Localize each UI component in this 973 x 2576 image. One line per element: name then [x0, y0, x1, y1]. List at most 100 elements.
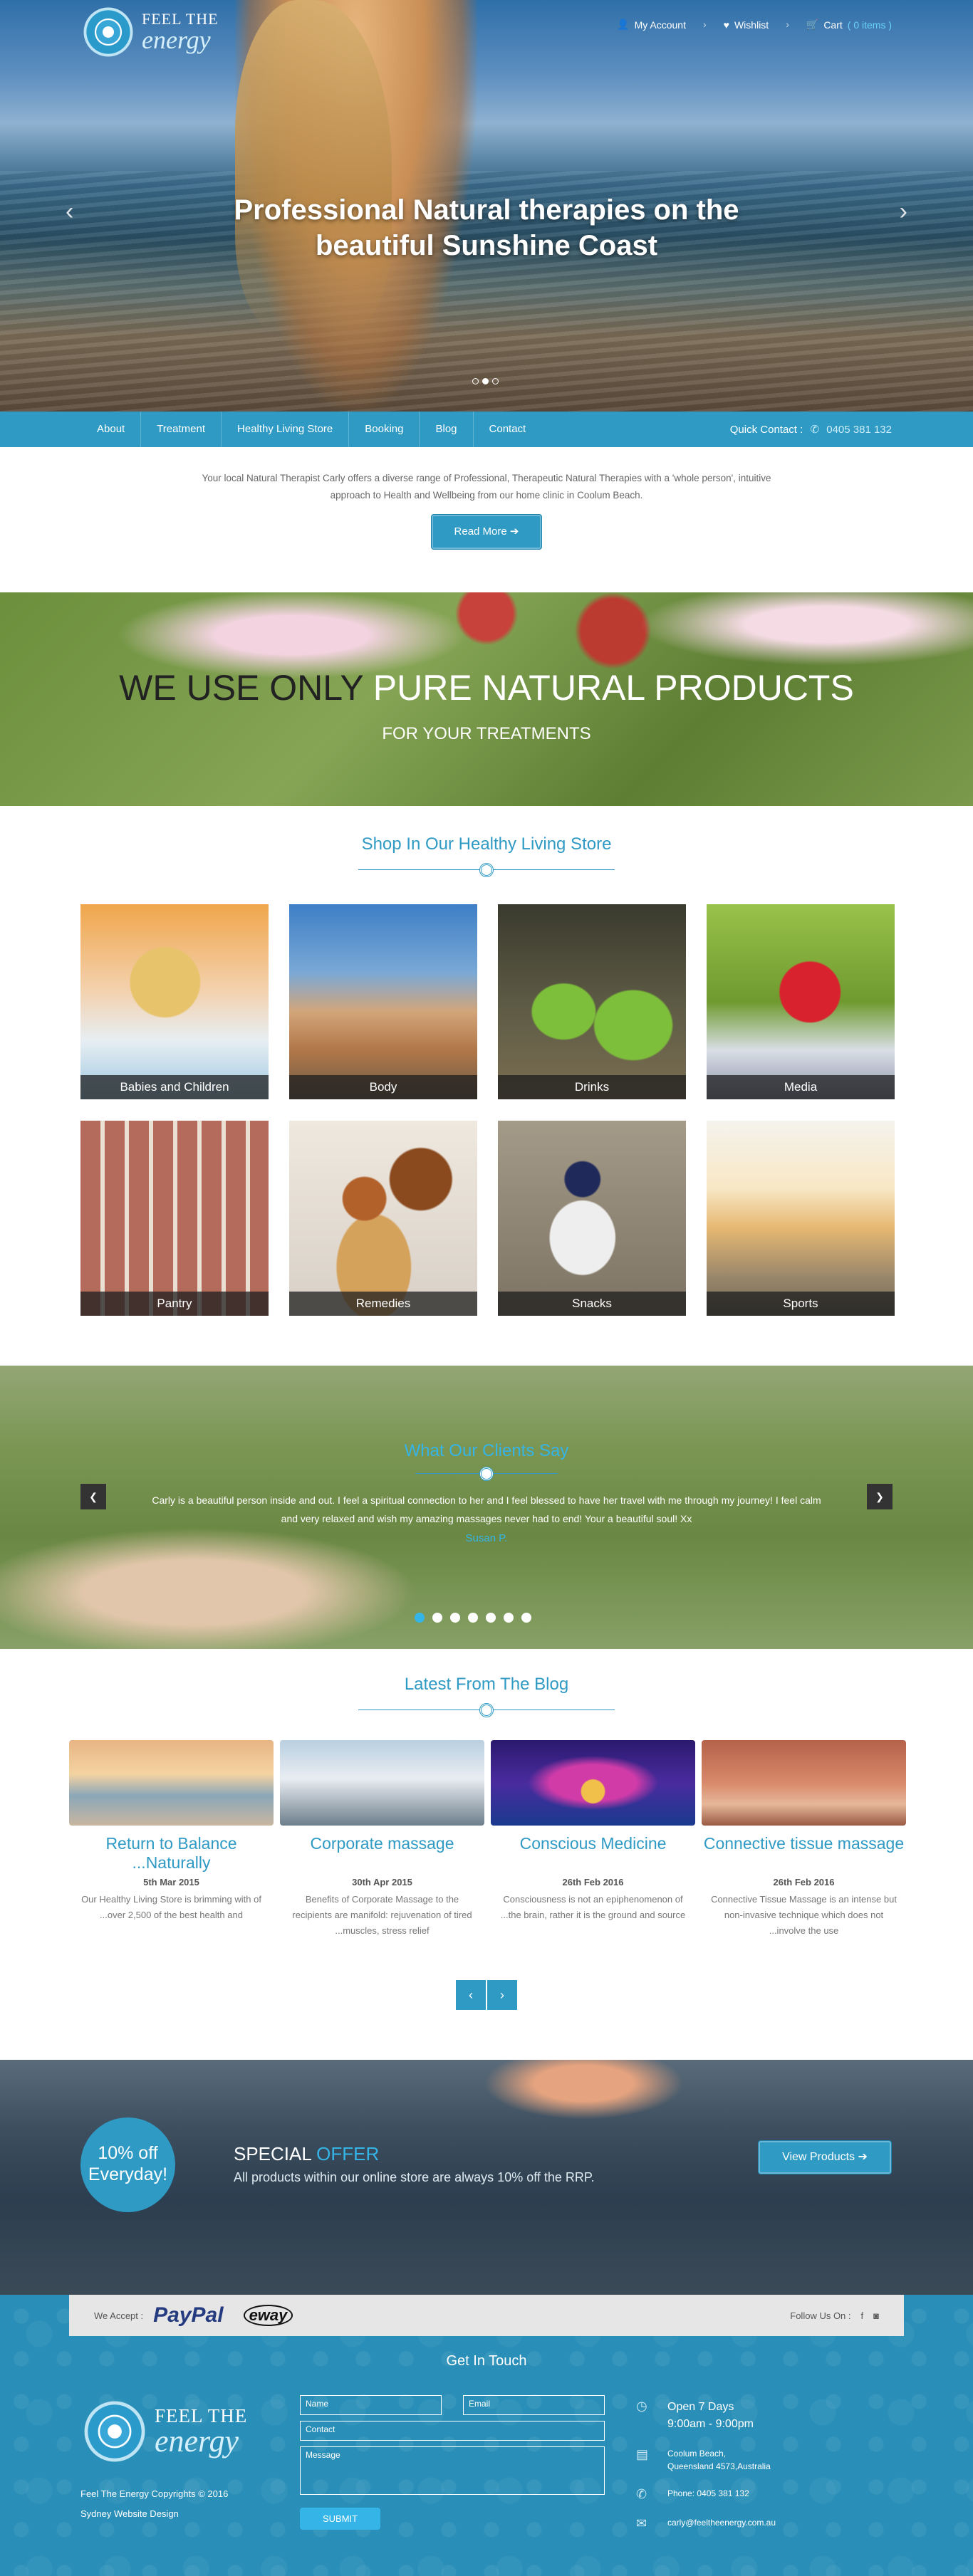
blog-title[interactable]: Corporate massage [280, 1834, 484, 1873]
read-more-button[interactable]: Read More ➔ [430, 514, 543, 550]
hero-prev-arrow[interactable]: ‹ [66, 198, 73, 226]
blog-thumbnail[interactable] [280, 1740, 484, 1826]
wishlist-label: Wishlist [734, 19, 769, 31]
get-in-touch-heading: Get In Touch [446, 2353, 527, 2369]
logo-line1: FEEL THE [142, 10, 219, 28]
my-account-link[interactable]: 👤 My Account [617, 19, 686, 31]
hours-text: Open 7 Days 9:00am - 9:00pm [667, 2399, 754, 2433]
store-category-tile[interactable]: Drinks [498, 904, 686, 1099]
envelope-icon: ✉ [636, 2516, 647, 2530]
email-field[interactable]: Email [463, 2395, 605, 2415]
testimonial-dot[interactable] [450, 1613, 460, 1623]
blog-thumbnail[interactable] [491, 1740, 695, 1826]
hero-next-arrow[interactable]: › [900, 198, 907, 226]
blog-title[interactable]: Conscious Medicine [491, 1834, 695, 1873]
nav-item[interactable]: About [81, 412, 142, 447]
payment-bar: We Accept : PayPal eway Follow Us On : f… [69, 2295, 904, 2336]
hero-image-detail [235, 0, 392, 335]
form-row: Message [300, 2446, 605, 2495]
footer: We Accept : PayPal eway Follow Us On : f… [0, 2295, 973, 2576]
wishlist-link[interactable]: ♥ Wishlist [724, 19, 769, 31]
form-row: Contact [300, 2421, 605, 2441]
store-category-tile[interactable]: Remedies [289, 1121, 477, 1316]
contact-field[interactable]: Contact [300, 2421, 605, 2441]
separator: › [702, 19, 707, 30]
blog-thumbnail[interactable] [702, 1740, 906, 1826]
contact-form: Name Email Contact Message SUBMIT [300, 2395, 605, 2530]
store-category-tile[interactable]: Media [707, 904, 895, 1099]
user-icon: 👤 [617, 19, 630, 30]
we-accept-label: We Accept : [94, 2310, 144, 2321]
email-text[interactable]: carly@feeltheenergy.com.au [667, 2516, 776, 2531]
offer-title: SPECIAL OFFER [234, 2143, 379, 2165]
testimonial-author: Susan P. [465, 1532, 508, 1544]
offer-title-part1: SPECIAL [234, 2143, 311, 2164]
store-category-tile[interactable]: Snacks [498, 1121, 686, 1316]
discount-badge-line1: 10% off [98, 2143, 158, 2163]
site-credit-link[interactable]: Sydney Website Design [80, 2504, 228, 2524]
nav-item[interactable]: Contact [474, 412, 542, 447]
footer-logo[interactable]: FEEL THE energy [80, 2397, 247, 2466]
user-nav: 👤 My Account › ♥ Wishlist › 🛒 Cart ( 0 items… [617, 19, 892, 31]
store-category-tile[interactable]: Babies and Children [80, 904, 269, 1099]
blog-prev-button[interactable]: ‹ [456, 1980, 486, 2010]
testimonial-dot[interactable] [486, 1613, 496, 1623]
hours-line1: Open 7 Days [667, 2401, 734, 2413]
store-category-tile[interactable]: Pantry [80, 1121, 269, 1316]
instagram-icon[interactable]: ◙ [873, 2310, 879, 2321]
nav-item[interactable]: Booking [349, 412, 420, 447]
phone-text[interactable]: Phone: 0405 381 132 [667, 2487, 749, 2502]
store-category-tile[interactable]: Sports [707, 1121, 895, 1316]
blog-carousel-nav: ‹ › [0, 1980, 973, 2010]
hero-dot[interactable] [482, 378, 489, 384]
hero-dot[interactable] [472, 378, 479, 384]
store-category-tile[interactable]: Body [289, 904, 477, 1099]
blog-section: Latest From The Blog Return to Balance .… [0, 1649, 973, 2010]
nav-item[interactable]: Blog [420, 412, 474, 447]
store-category-label: Snacks [498, 1292, 686, 1316]
quick-contact-phone[interactable]: 0405 381 132 [826, 424, 892, 436]
view-products-button[interactable]: View Products ➔ [758, 2140, 892, 2174]
address-line2: Queensland 4573,Australia [667, 2461, 771, 2471]
form-row: Name Email [300, 2395, 605, 2415]
store-category-label: Pantry [80, 1292, 269, 1316]
testimonial-next-arrow[interactable]: ❯ [867, 1484, 893, 1509]
intro-text: Your local Natural Therapist Carly offer… [202, 473, 771, 501]
blog-thumbnail[interactable] [69, 1740, 274, 1826]
phone-icon: ✆ [810, 424, 820, 436]
cart-link[interactable]: 🛒 Cart ( 0 items ) [806, 19, 892, 31]
logo-text: FEEL THE energy [142, 11, 219, 53]
testimonial-dot[interactable] [432, 1613, 442, 1623]
cart-icon: 🛒 [806, 19, 819, 30]
testimonial-dot[interactable] [468, 1613, 478, 1623]
store-category-label: Drinks [498, 1075, 686, 1099]
message-field[interactable]: Message [300, 2446, 605, 2495]
logo[interactable]: FEEL THE energy [80, 4, 219, 60]
testimonial-dot[interactable] [521, 1613, 531, 1623]
store-section: Shop In Our Healthy Living Store Babies … [0, 806, 973, 1366]
arrow-circle-icon: ➔ [858, 2151, 868, 2163]
testimonial-dot[interactable] [415, 1613, 425, 1623]
submit-button[interactable]: SUBMIT [300, 2508, 381, 2530]
nav-item[interactable]: Healthy Living Store [222, 412, 350, 447]
offer-subtitle: All products within our online store are… [234, 2170, 595, 2184]
map-icon: ▤ [636, 2447, 649, 2461]
flower-icon [479, 863, 494, 877]
hero-dot[interactable] [492, 378, 499, 384]
footer-logo-line2: energy [155, 2423, 239, 2459]
name-field[interactable]: Name [300, 2395, 442, 2415]
footer-copyright: Feel The Energy Copyrights © 2016 Sydney… [80, 2484, 228, 2524]
blog-date: 26th Feb 2016 [773, 1877, 835, 1888]
section-divider [358, 863, 615, 877]
blog-title[interactable]: Return to Balance ...Naturally [69, 1834, 274, 1873]
natural-subline: FOR YOUR TREATMENTS [382, 724, 591, 743]
blog-next-button[interactable]: › [487, 1980, 517, 2010]
store-category-label: Body [289, 1075, 477, 1099]
testimonial-dot[interactable] [504, 1613, 514, 1623]
blog-title[interactable]: Connective tissue massage [702, 1834, 906, 1873]
testimonials-section: What Our Clients Say Carly is a beautifu… [0, 1366, 973, 1649]
testimonial-prev-arrow[interactable]: ❮ [80, 1484, 106, 1509]
blog-heading-wrap: Latest From The Blog [0, 1649, 973, 1717]
nav-item[interactable]: Treatment [141, 412, 222, 447]
facebook-icon[interactable]: f [861, 2310, 864, 2321]
